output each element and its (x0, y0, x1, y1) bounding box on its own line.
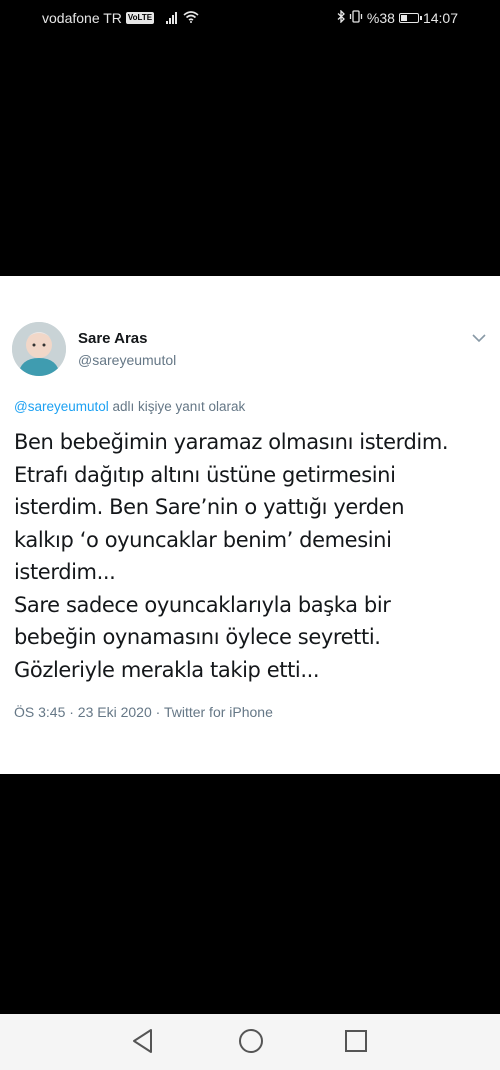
wifi-icon (183, 10, 199, 26)
battery-percent: %38 (366, 10, 395, 26)
vibrate-icon (349, 10, 363, 26)
status-bar: vodafone TR VoLTE %38 14:07 (0, 0, 500, 38)
battery-level (400, 15, 407, 21)
reply-context: @sareyeumutol adlı kişiye yanıt olarak (14, 399, 245, 414)
signal-icon (166, 12, 178, 24)
navigation-bar (0, 1014, 500, 1070)
back-triangle-icon[interactable] (131, 1028, 155, 1059)
tweet-text-line: isterdim... (14, 560, 116, 584)
carrier-label: vodafone TR (42, 10, 122, 26)
tweet-text: Ben bebeğimin yaramaz olmasını isterdim.… (14, 426, 494, 686)
author-name[interactable]: Sare Aras (78, 330, 148, 347)
tweet-meta: ÖS 3:45 · 23 Eki 2020 · Twitter for iPho… (14, 704, 273, 720)
tweet-text-line: Etrafı dağıtıp altını üstüne getirmesini (14, 462, 396, 487)
volte-badge: VoLTE (125, 12, 155, 24)
home-circle-icon[interactable] (238, 1028, 264, 1059)
clock: 14:07 (422, 10, 458, 26)
tweet-text-line: isterdim. Ben Sare’nin o yattığı yerden (14, 495, 405, 519)
battery-icon (398, 13, 422, 23)
tweet-text-line: Ben bebeğimin yaramaz olmasını isterdim. (14, 430, 449, 454)
bluetooth-icon (337, 9, 345, 26)
author-handle[interactable]: @sareyeumutol (78, 352, 176, 368)
tweet-text-line: kalkıp ‘o oyuncaklar benim’ demesini (14, 527, 392, 552)
status-right: %38 14:07 (337, 9, 458, 26)
reply-context-text: adlı kişiye yanıt olarak (108, 399, 246, 414)
chevron-down-icon[interactable] (472, 330, 486, 348)
tweet-card[interactable]: Sare Aras @sareyeumutol @sareyeumutol ad… (0, 276, 500, 774)
tweet-text-line: Gözleriyle merakla takip etti... (14, 657, 320, 682)
tweet-text-line: Sare sadece oyuncaklarıyla başka bir (14, 592, 391, 617)
tweet-text-line: bebeğin oynamasını öylece seyretti. (14, 625, 381, 649)
status-left: vodafone TR VoLTE (42, 10, 199, 26)
avatar[interactable] (12, 322, 66, 376)
reply-mention-link[interactable]: @sareyeumutol (14, 399, 109, 414)
recents-square-icon[interactable] (344, 1028, 368, 1059)
